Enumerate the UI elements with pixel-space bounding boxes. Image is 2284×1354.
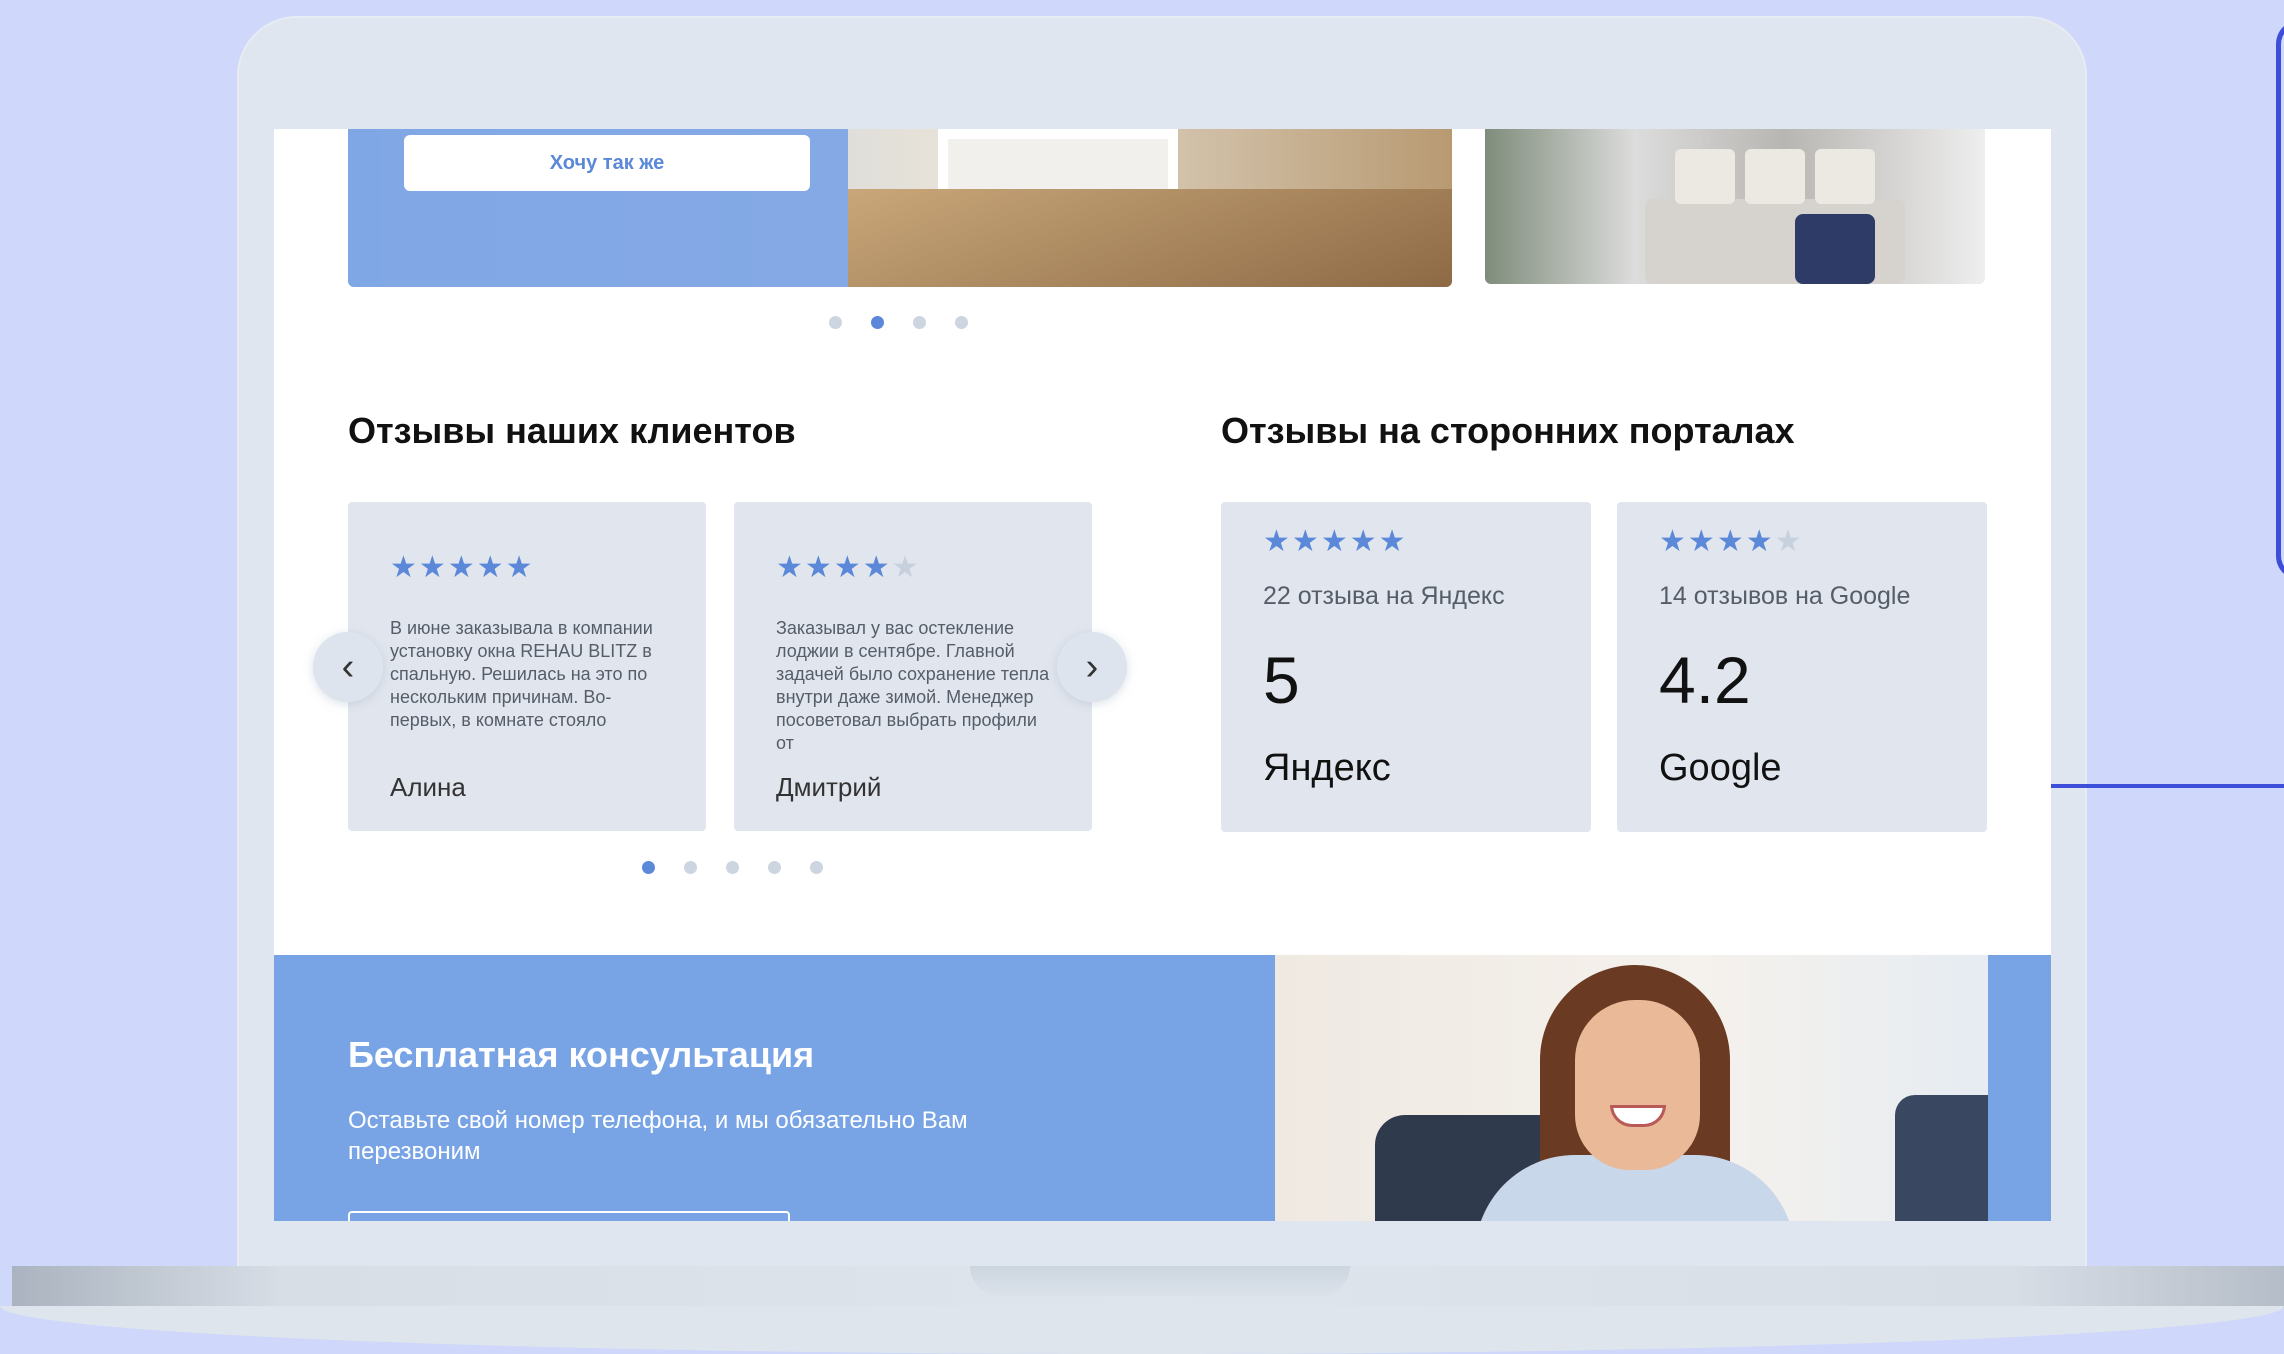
photo-blanket xyxy=(1795,214,1875,284)
review-card: ★★★★★ В июне заказывала в компании устан… xyxy=(348,502,706,831)
star-icon: ★ xyxy=(833,551,863,584)
photo-cushion xyxy=(1675,149,1735,204)
portal-review-count: 14 отзывов на Google xyxy=(1659,582,1911,610)
pagination-dot[interactable] xyxy=(684,861,697,874)
portals-title: Отзывы на сторонних порталах xyxy=(1221,410,1795,451)
want-same-button[interactable]: Хочу так же xyxy=(404,135,810,191)
review-text: В июне заказывала в компании установку о… xyxy=(390,618,653,730)
star-icon: ★ xyxy=(1263,525,1292,558)
photo-chair xyxy=(1895,1095,1988,1221)
star-icon: ★ xyxy=(1320,525,1350,558)
portal-rating: 5 xyxy=(1263,643,1300,717)
reviews-pagination xyxy=(642,861,823,874)
reviews-title: Отзывы наших клиентов xyxy=(348,410,796,451)
portal-rating: 4.2 xyxy=(1659,643,1751,717)
portal-card-yandex[interactable]: ★★★★★ 22 отзыва на Яндекс 5 Яндекс xyxy=(1221,502,1591,832)
chevron-right-icon: › xyxy=(1085,645,1099,688)
star-icon: ★ xyxy=(862,551,892,584)
consultation-banner: Бесплатная консультация Оставьте свой но… xyxy=(274,955,2051,1221)
photo-cushion xyxy=(1745,149,1805,204)
review-author: Алина xyxy=(390,772,466,802)
photo-floor xyxy=(848,189,1452,287)
slider-next-image[interactable] xyxy=(1485,129,1985,284)
pagination-dot[interactable] xyxy=(955,316,968,329)
slider-main-image: Хочу так же xyxy=(348,129,1452,287)
star-icon: ★ xyxy=(1291,525,1321,558)
star-empty-icon: ★ xyxy=(1774,525,1804,558)
star-icon: ★ xyxy=(1687,525,1717,558)
chevron-left-icon: ‹ xyxy=(341,645,355,688)
consultant-photo xyxy=(1275,955,1988,1221)
laptop-foot xyxy=(0,1306,2284,1354)
pagination-dot[interactable] xyxy=(768,861,781,874)
laptop-notch xyxy=(970,1266,1350,1296)
photo-cushion xyxy=(1815,149,1875,204)
laptop-screen: Хочу так же Отзывы наших клиентов ★★★★★ … xyxy=(274,129,2051,1221)
star-icon: ★ xyxy=(505,551,535,584)
star-icon: ★ xyxy=(390,551,419,584)
reviews-prev-button[interactable]: ‹ xyxy=(313,632,383,702)
star-icon: ★ xyxy=(418,551,448,584)
pagination-dot[interactable] xyxy=(726,861,739,874)
portal-review-count: 22 отзыва на Яндекс xyxy=(1263,582,1505,610)
rating-stars: ★★★★★ xyxy=(776,550,921,585)
review-text: Заказывал у вас остекление лоджии в сент… xyxy=(776,618,1050,753)
pagination-dot-active[interactable] xyxy=(642,861,655,874)
rating-stars: ★★★★★ xyxy=(1263,524,1408,559)
slider-pagination xyxy=(829,316,968,329)
reviews-next-button[interactable]: › xyxy=(1057,632,1127,702)
portal-name: Яндекс xyxy=(1263,747,1391,789)
review-card: ★★★★★ Заказывал у вас остекление лоджии … xyxy=(734,502,1092,831)
slide-overlay: Хочу так же xyxy=(348,129,848,287)
star-icon: ★ xyxy=(1716,525,1746,558)
rating-stars: ★★★★★ xyxy=(1659,524,1804,559)
consultation-text: Оставьте свой номер телефона, и мы обяза… xyxy=(348,1107,968,1165)
consultation-title: Бесплатная консультация xyxy=(348,1034,815,1075)
pagination-dot-active[interactable] xyxy=(871,316,884,329)
star-icon: ★ xyxy=(804,551,834,584)
star-icon: ★ xyxy=(1659,525,1688,558)
portal-name: Google xyxy=(1659,747,1782,789)
star-empty-icon: ★ xyxy=(891,551,921,584)
side-panel xyxy=(2276,20,2284,580)
star-icon: ★ xyxy=(1378,525,1408,558)
pagination-dot[interactable] xyxy=(829,316,842,329)
star-icon: ★ xyxy=(776,551,805,584)
portal-card-google[interactable]: ★★★★★ 14 отзывов на Google 4.2 Google xyxy=(1617,502,1987,832)
photo-face xyxy=(1575,1000,1700,1170)
star-icon: ★ xyxy=(1745,525,1775,558)
pagination-dot[interactable] xyxy=(913,316,926,329)
review-author: Дмитрий xyxy=(776,772,882,802)
rating-stars: ★★★★★ xyxy=(390,550,535,585)
star-icon: ★ xyxy=(447,551,477,584)
star-icon: ★ xyxy=(1349,525,1379,558)
pagination-dot[interactable] xyxy=(810,861,823,874)
star-icon: ★ xyxy=(476,551,506,584)
phone-input[interactable] xyxy=(348,1211,790,1221)
